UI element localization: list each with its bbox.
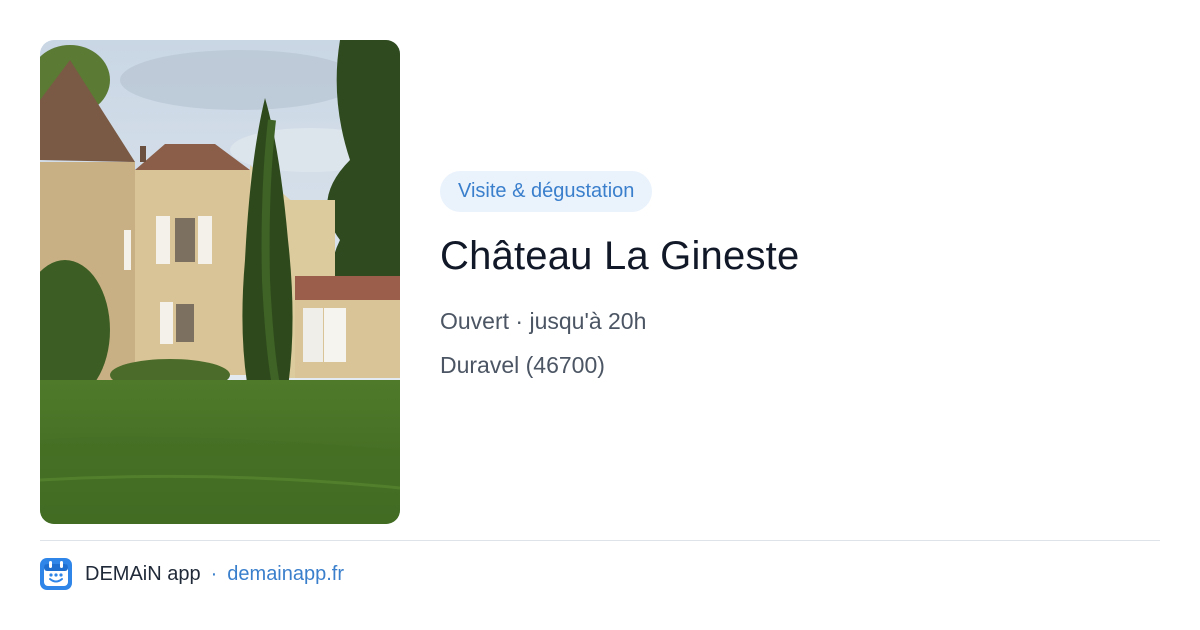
place-photo bbox=[40, 40, 400, 524]
opening-status: Ouvert · jusqu'à 20h bbox=[440, 308, 647, 334]
place-info: Visite & dégustation Château La Gineste … bbox=[440, 171, 1160, 380]
place-location: Duravel (46700) bbox=[440, 352, 605, 378]
place-title: Château La Gineste bbox=[440, 234, 800, 278]
app-url-link[interactable]: demainapp.fr bbox=[227, 563, 344, 586]
footer-divider bbox=[40, 540, 1160, 541]
demain-app-logo-icon[interactable] bbox=[40, 558, 72, 590]
category-badge[interactable]: Visite & dégustation bbox=[440, 171, 653, 212]
footer: DEMAiN app · demainapp.fr bbox=[40, 558, 344, 590]
app-name: DEMAiN app bbox=[85, 562, 201, 585]
footer-separator: · bbox=[210, 562, 218, 585]
